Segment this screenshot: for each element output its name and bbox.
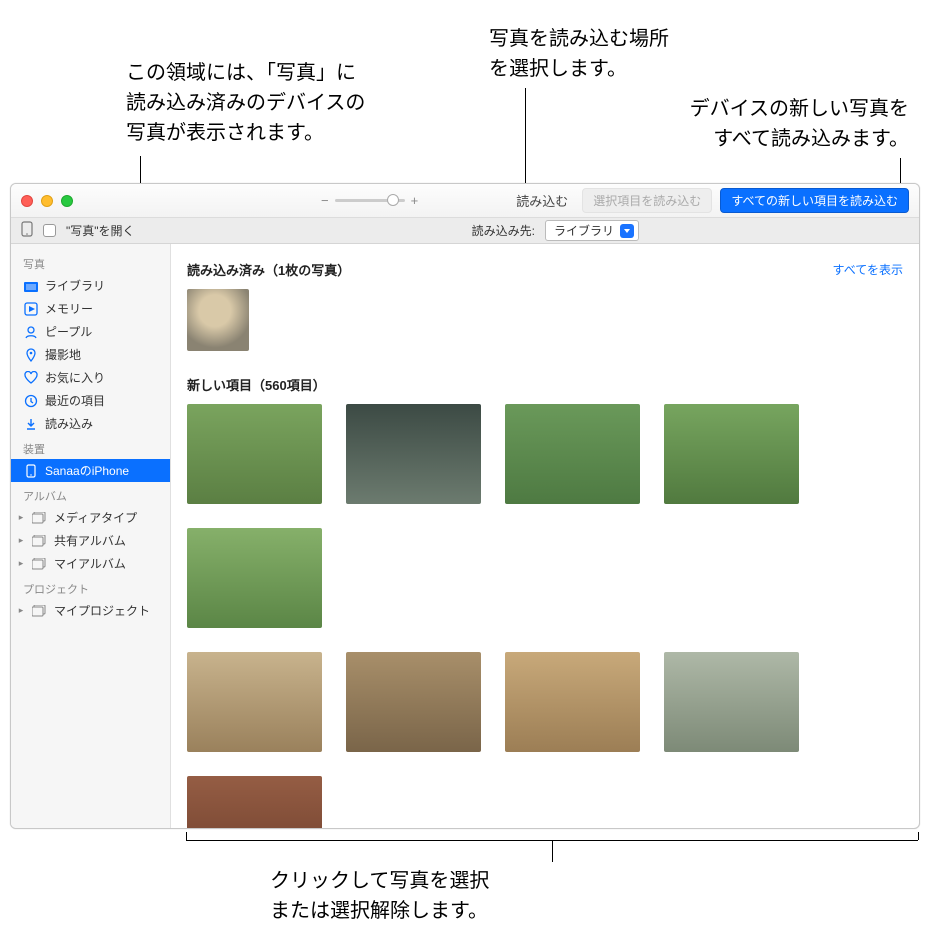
album-icon xyxy=(32,511,47,525)
import-to-label: 読み込み先: xyxy=(472,222,535,239)
new-items-header: 新しい項目（560項目） xyxy=(187,375,903,394)
album-icon xyxy=(32,534,47,548)
disclosure-triangle-icon[interactable]: ▸ xyxy=(17,558,25,569)
disclosure-triangle-icon[interactable]: ▸ xyxy=(17,605,25,616)
sidebar-section-photos: 写真 xyxy=(11,250,170,274)
photo-thumbnail[interactable] xyxy=(187,404,322,504)
import-label: 読み込む xyxy=(516,191,568,210)
sidebar-item-label: メディアタイプ xyxy=(54,509,137,526)
sidebar-item-places[interactable]: 撮影地 xyxy=(11,343,170,366)
sidebar-section-projects: プロジェクト xyxy=(11,575,170,599)
photos-app-window: − + 読み込む 選択項目を読み込む すべての新しい項目を読み込む "写真"を開… xyxy=(10,183,920,829)
import-selected-button[interactable]: 選択項目を読み込む xyxy=(582,188,712,213)
zoom-in-icon: + xyxy=(411,193,419,208)
callout-select: クリックして写真を選択 または選択解除します。 xyxy=(270,866,489,926)
disclosure-triangle-icon[interactable]: ▸ xyxy=(17,512,25,523)
photo-thumbnail[interactable] xyxy=(505,652,640,752)
photo-thumbnail[interactable] xyxy=(187,776,322,828)
maximize-icon[interactable] xyxy=(61,195,73,207)
sidebar-item-device[interactable]: SanaaのiPhone xyxy=(11,459,170,482)
sidebar-item-library[interactable]: ライブラリ xyxy=(11,274,170,297)
import-subbar: "写真"を開く 読み込み先: ライブラリ xyxy=(11,218,919,244)
callout-line xyxy=(918,832,919,840)
open-photos-label: "写真"を開く xyxy=(66,222,135,239)
sidebar-item-label: SanaaのiPhone xyxy=(45,462,129,479)
people-icon xyxy=(23,325,38,339)
sidebar-item-favorites[interactable]: お気に入り xyxy=(11,366,170,389)
import-content: 読み込み済み（1枚の写真） すべてを表示 新しい項目（560項目） xyxy=(171,244,919,828)
sidebar-item-label: ピープル xyxy=(45,323,92,340)
disclosure-triangle-icon[interactable]: ▸ xyxy=(17,535,25,546)
sidebar-item-recents[interactable]: 最近の項目 xyxy=(11,389,170,412)
callout-line xyxy=(525,88,526,198)
window-controls xyxy=(21,195,73,207)
photo-thumbnail[interactable] xyxy=(664,652,799,752)
sidebar-item-label: 最近の項目 xyxy=(45,392,105,409)
album-icon xyxy=(32,557,47,571)
callout-destination: 写真を読み込む場所 を選択します。 xyxy=(489,24,669,84)
show-all-link[interactable]: すべてを表示 xyxy=(833,261,903,278)
callout-line xyxy=(900,158,901,186)
places-icon xyxy=(23,348,38,362)
callout-already-imported: この領域には、「写真」に 読み込み済みのデバイスの 写真が表示されます。 xyxy=(126,58,365,148)
import-destination-select[interactable]: ライブラリ xyxy=(545,220,639,241)
titlebar: − + 読み込む 選択項目を読み込む すべての新しい項目を読み込む xyxy=(11,184,919,218)
sidebar-item-label: マイアルバム xyxy=(54,555,126,572)
sidebar-item-label: お気に入り xyxy=(45,369,105,386)
already-imported-label: 読み込み済み（1枚の写真） xyxy=(187,260,350,279)
sidebar-item-label: 共有アルバム xyxy=(54,532,126,549)
phone-icon xyxy=(23,464,38,478)
memories-icon xyxy=(23,302,38,316)
sidebar: 写真 ライブラリ メモリー ピープル 撮影地 お気に入り xyxy=(11,244,171,828)
sidebar-item-myprojects[interactable]: ▸ マイプロジェクト xyxy=(11,599,170,622)
chevron-down-icon xyxy=(620,224,634,238)
callout-line xyxy=(186,832,187,840)
photo-thumbnail[interactable] xyxy=(187,652,322,752)
photo-thumbnail[interactable] xyxy=(187,289,249,351)
sidebar-item-label: マイプロジェクト xyxy=(54,602,150,619)
photo-thumbnail[interactable] xyxy=(505,404,640,504)
sidebar-item-label: ライブラリ xyxy=(45,277,105,294)
open-photos-checkbox[interactable] xyxy=(43,224,56,237)
photo-thumbnail[interactable] xyxy=(346,404,481,504)
sidebar-item-label: 撮影地 xyxy=(45,346,81,363)
zoom-track[interactable] xyxy=(335,199,405,202)
new-items-label: 新しい項目（560項目） xyxy=(187,375,326,394)
sidebar-item-imports[interactable]: 読み込み xyxy=(11,412,170,435)
clock-icon xyxy=(23,394,38,408)
sidebar-item-myalbums[interactable]: ▸ マイアルバム xyxy=(11,552,170,575)
callout-line xyxy=(552,840,553,862)
sidebar-item-memories[interactable]: メモリー xyxy=(11,297,170,320)
minimize-icon[interactable] xyxy=(41,195,53,207)
sidebar-section-devices: 装置 xyxy=(11,435,170,459)
close-icon[interactable] xyxy=(21,195,33,207)
photo-thumbnail[interactable] xyxy=(187,528,322,628)
photo-thumbnail[interactable] xyxy=(664,404,799,504)
photo-thumbnail[interactable] xyxy=(346,652,481,752)
import-icon xyxy=(23,417,38,431)
sidebar-item-mediatypes[interactable]: ▸ メディアタイプ xyxy=(11,506,170,529)
album-icon xyxy=(32,604,47,618)
sidebar-item-shared[interactable]: ▸ 共有アルバム xyxy=(11,529,170,552)
sidebar-section-albums: アルバム xyxy=(11,482,170,506)
callout-import-all: デバイスの新しい写真を すべて読み込みます。 xyxy=(639,94,909,154)
import-all-new-button[interactable]: すべての新しい項目を読み込む xyxy=(720,188,909,213)
library-icon xyxy=(23,279,38,293)
heart-icon xyxy=(23,371,38,385)
thumbnail-zoom-slider[interactable]: − + xyxy=(321,193,418,208)
zoom-out-icon: − xyxy=(321,193,329,208)
sidebar-item-label: 読み込み xyxy=(45,415,93,432)
import-destination-value: ライブラリ xyxy=(554,222,614,239)
device-icon xyxy=(21,221,33,240)
sidebar-item-label: メモリー xyxy=(45,300,93,317)
sidebar-item-people[interactable]: ピープル xyxy=(11,320,170,343)
already-imported-header: 読み込み済み（1枚の写真） すべてを表示 xyxy=(187,260,903,279)
zoom-knob[interactable] xyxy=(387,194,399,206)
